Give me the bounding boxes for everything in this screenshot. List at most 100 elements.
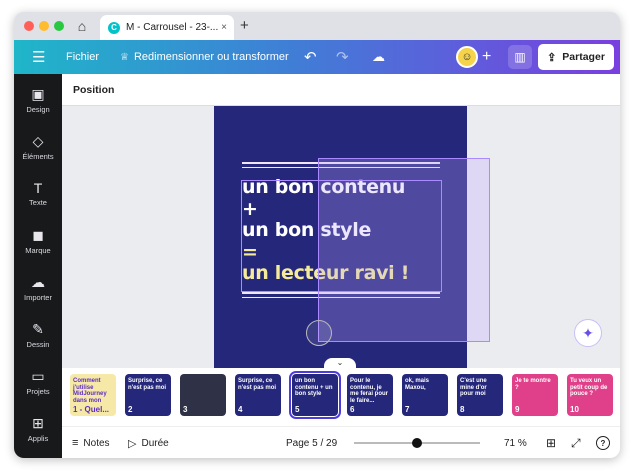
cursor-indicator xyxy=(306,320,332,346)
apps-icon: ⊞ xyxy=(32,415,44,431)
share-button[interactable]: ⇪ Partager xyxy=(538,44,614,70)
page-thumbnail-4[interactable]: Surprise, ce n'est pas moi 4 xyxy=(235,374,281,416)
design-icon: ▣ xyxy=(31,86,45,102)
sidebar-item-upload[interactable]: ☁ Importer xyxy=(14,274,62,302)
undo-icon[interactable]: ↶ xyxy=(304,40,317,74)
sidebar-item-label: Importer xyxy=(24,293,52,302)
elements-icon: ◇ xyxy=(32,133,44,149)
sidebar-item-label: Éléments xyxy=(22,152,54,161)
sidebar-item-label: Design xyxy=(26,105,50,114)
text-icon: T xyxy=(33,180,43,196)
sidebar-item-label: Marque xyxy=(25,246,51,255)
sidebar-item-label: Dessin xyxy=(26,340,50,349)
thumbnail-number: 6 xyxy=(350,405,355,414)
magic-sparkle-icon[interactable]: ✦ xyxy=(574,319,602,347)
canva-favicon-icon: C xyxy=(108,21,120,34)
resize-button[interactable]: ♕ Redimensionner ou transformer xyxy=(120,40,289,74)
context-toolbar: Position xyxy=(62,74,620,106)
page-thumbnail-8[interactable]: C'est une mine d'or pour moi 8 xyxy=(457,374,503,416)
play-icon: ▷ xyxy=(128,437,137,450)
avatar[interactable]: ☺ xyxy=(456,46,478,68)
page-counter[interactable]: Page 5 / 29 xyxy=(286,427,337,458)
fullscreen-icon[interactable]: ⤢ xyxy=(571,427,581,458)
chevron-down-icon[interactable]: ⌄ xyxy=(324,358,356,368)
thumbnail-number: 4 xyxy=(238,405,243,414)
thumbnail-number: 1 - Quel... xyxy=(73,405,110,414)
minimize-window-button[interactable] xyxy=(39,21,49,31)
grid-view-icon[interactable]: ⊞ xyxy=(546,427,556,458)
zoom-track[interactable] xyxy=(354,438,480,448)
file-menu-button[interactable]: Fichier xyxy=(66,40,99,74)
redo-icon[interactable]: ↷ xyxy=(336,40,349,74)
text-box-outline[interactable] xyxy=(241,180,442,292)
duration-label: Durée xyxy=(141,437,169,449)
thumbnail-number: 10 xyxy=(570,405,579,414)
browser-tab-bar: ⌂ C M - Carrousel - 23-... × + xyxy=(14,12,620,40)
new-tab-button[interactable]: + xyxy=(240,17,249,34)
page-thumbnail-9[interactable]: Je te montre ? 9 xyxy=(512,374,558,416)
sidebar-item-design[interactable]: ▣ Design xyxy=(14,86,62,114)
folder-icon: ▭ xyxy=(31,368,45,384)
resize-label: Redimensionner ou transformer xyxy=(133,51,289,63)
home-icon[interactable]: ⌂ xyxy=(74,18,90,34)
thumbnail-text: ok, mais Maxou, xyxy=(405,378,430,391)
zoom-slider[interactable] xyxy=(354,427,480,458)
maximize-window-button[interactable] xyxy=(54,21,64,31)
page-thumbnail-3[interactable]: 3 xyxy=(180,374,226,416)
thumbnail-number: 7 xyxy=(405,405,410,414)
sidebar-item-projects[interactable]: ▭ Projets xyxy=(14,368,62,396)
upload-icon: ☁ xyxy=(31,274,45,290)
thumbnail-number: 8 xyxy=(460,405,465,414)
page-thumbnail-10[interactable]: Tu veux un petit coup de pouce ? 10 xyxy=(567,374,613,416)
close-window-button[interactable] xyxy=(24,21,34,31)
crown-icon: ♕ xyxy=(120,51,129,63)
position-button[interactable]: Position xyxy=(73,84,114,96)
cloud-save-icon[interactable]: ☁ xyxy=(372,40,385,74)
sidebar-item-brand[interactable]: ◼ Marque xyxy=(14,227,62,255)
thumbnail-text: Je te montre ? xyxy=(515,378,551,391)
brand-icon: ◼ xyxy=(32,227,44,243)
share-label: Partager xyxy=(562,51,605,63)
add-collaborator-icon[interactable]: + xyxy=(482,40,491,74)
thumbnail-text: Comment j'utilise MidJourney dans mon xyxy=(73,378,107,404)
bottom-bar: ≡ Notes ▷ Durée Page 5 / 29 71 % ⊞ ⤢ ? xyxy=(62,426,620,458)
thumbnail-text: C'est une mine d'or pour moi xyxy=(460,378,487,397)
sidebar-item-text[interactable]: T Texte xyxy=(14,180,62,207)
thumbnail-text: Surprise, ce n'est pas moi xyxy=(128,378,167,391)
sidebar-item-apps[interactable]: ⊞ Applis xyxy=(14,415,62,443)
page-thumbnail-6[interactable]: Pour le contenu, je me ferai pour le fai… xyxy=(347,374,393,416)
draw-icon: ✎ xyxy=(32,321,44,337)
thumbnail-number: 5 xyxy=(295,405,300,414)
share-icon: ⇪ xyxy=(547,51,557,64)
page-thumbnail-1[interactable]: Comment j'utilise MidJourney dans mon 1 -… xyxy=(70,374,116,416)
close-tab-icon[interactable]: × xyxy=(221,22,227,33)
tab-title: M - Carrousel - 23-... xyxy=(126,22,219,33)
page-thumbnail-7[interactable]: ok, mais Maxou, 7 xyxy=(402,374,448,416)
notes-icon: ≡ xyxy=(72,437,79,449)
thumbnail-number: 2 xyxy=(128,405,133,414)
app-window: ⌂ C M - Carrousel - 23-... × + ☰ Fichier… xyxy=(14,12,620,458)
sidebar-item-elements[interactable]: ◇ Éléments xyxy=(14,133,62,161)
canvas-area[interactable]: un bon contenu + un bon style = un lecte… xyxy=(62,106,620,368)
thumbnail-text: un bon contenu + un bon style xyxy=(295,378,333,397)
thumbnail-text: Pour le contenu, je me ferai pour le fai… xyxy=(350,378,389,404)
zoom-level[interactable]: 71 % xyxy=(504,427,527,458)
notes-label: Notes xyxy=(83,437,110,449)
sidebar-item-label: Applis xyxy=(27,434,49,443)
thumbnail-number: 9 xyxy=(515,405,520,414)
notes-button[interactable]: ≡ Notes xyxy=(72,427,110,458)
sidebar-item-draw[interactable]: ✎ Dessin xyxy=(14,321,62,349)
editor-toolbar: ☰ Fichier ♕ Redimensionner ou transforme… xyxy=(14,40,620,74)
stats-icon[interactable]: ▥ xyxy=(508,45,532,69)
thumbnail-number: 3 xyxy=(183,405,188,414)
duration-button[interactable]: ▷ Durée xyxy=(128,427,169,458)
thumbnail-text: Surprise, ce n'est pas moi xyxy=(238,378,277,391)
sidebar-item-label: Texte xyxy=(29,198,47,207)
menu-icon[interactable]: ☰ xyxy=(32,40,45,74)
browser-tab[interactable]: C M - Carrousel - 23-... × xyxy=(100,15,234,40)
page-thumbnail-5-active[interactable]: un bon contenu + un bon style 5 xyxy=(289,371,341,419)
zoom-handle[interactable] xyxy=(412,438,422,448)
help-icon[interactable]: ? xyxy=(596,436,610,450)
thumbnail-text: Tu veux un petit coup de pouce ? xyxy=(570,378,608,397)
page-thumbnail-2[interactable]: Surprise, ce n'est pas moi 2 xyxy=(125,374,171,416)
